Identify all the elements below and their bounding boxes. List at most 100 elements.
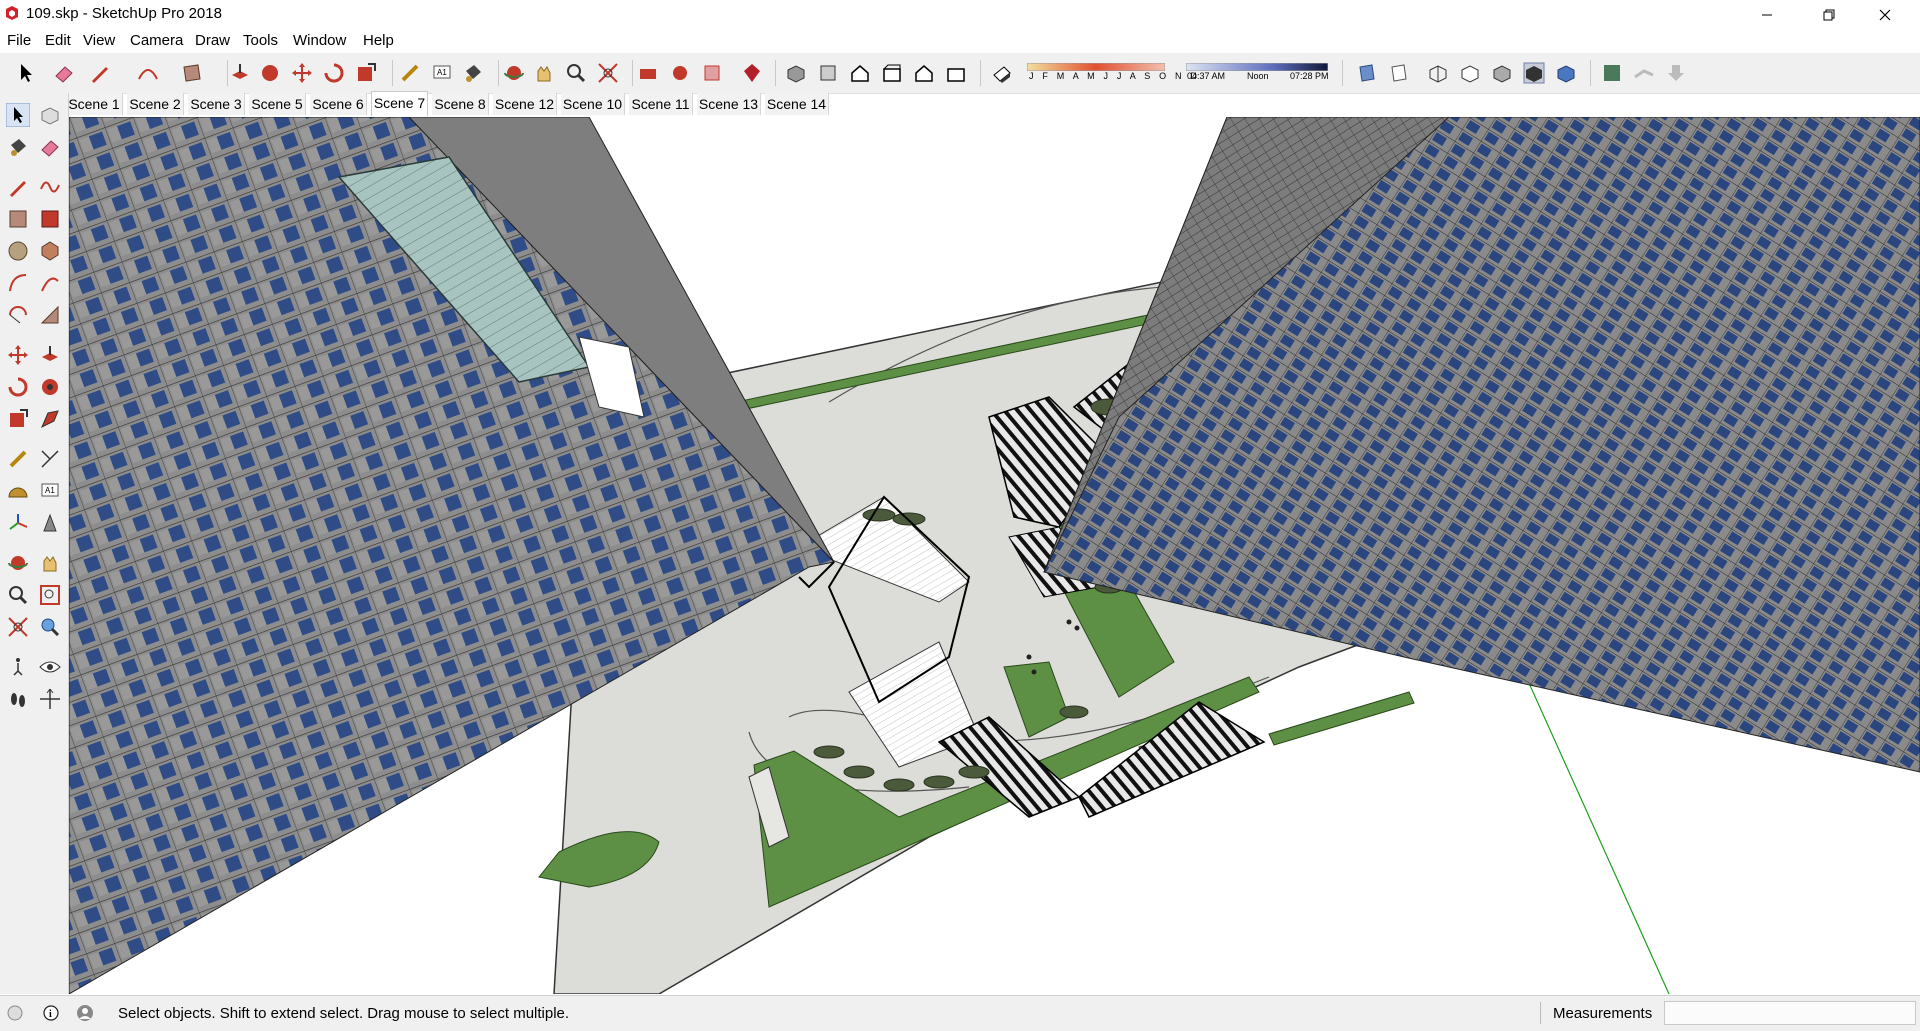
circle-tool-icon[interactable]	[6, 239, 30, 263]
add-location-icon[interactable]	[1600, 61, 1624, 85]
zoom-window-tool-icon[interactable]	[38, 583, 62, 607]
scene-tab-8[interactable]: Scene 8	[432, 93, 489, 115]
zoom-extents-icon[interactable]	[596, 61, 620, 85]
pencil-line-icon[interactable]	[88, 61, 112, 85]
left-view-icon[interactable]	[944, 61, 968, 85]
scene-tab-2[interactable]: Scene 2	[127, 93, 184, 115]
scene-tab-12[interactable]: Scene 12	[493, 93, 557, 115]
credits-info-icon[interactable]: i	[42, 1004, 60, 1022]
follow-me-icon[interactable]	[258, 61, 282, 85]
tape-measure-tool-icon[interactable]	[6, 447, 30, 471]
position-camera-tool-icon[interactable]	[6, 655, 30, 679]
shaded-icon[interactable]	[1490, 61, 1514, 85]
menu-view[interactable]: View	[83, 32, 115, 49]
pan-tool-icon[interactable]	[38, 551, 62, 575]
minimize-button[interactable]	[1744, 0, 1790, 29]
menu-tools[interactable]: Tools	[243, 32, 278, 49]
text-tool-icon[interactable]: A1	[38, 479, 62, 503]
paint-bucket-icon[interactable]	[461, 61, 485, 85]
scale-icon[interactable]	[354, 61, 378, 85]
scene-tab-7[interactable]: Scene 7	[371, 91, 428, 116]
month-slider[interactable]	[1027, 63, 1165, 71]
menu-edit[interactable]: Edit	[45, 32, 71, 49]
measurements-input[interactable]	[1664, 1001, 1916, 1025]
rotate-tool-icon[interactable]	[6, 375, 30, 399]
hidden-line-icon[interactable]	[1458, 61, 1482, 85]
arc-tool-icon[interactable]	[6, 271, 30, 295]
scene-tab-5[interactable]: Scene 5	[249, 93, 306, 115]
text-icon[interactable]: A1	[430, 61, 454, 85]
three-point-arc-tool-icon[interactable]	[6, 303, 30, 327]
layout-icon[interactable]	[700, 61, 724, 85]
polygon-tool-icon[interactable]	[38, 239, 62, 263]
scene-tab-11[interactable]: Scene 11	[629, 93, 693, 115]
line-tool-icon[interactable]	[6, 175, 30, 199]
restore-button[interactable]	[1806, 0, 1852, 29]
3d-text-tool-icon[interactable]	[38, 511, 62, 535]
user-account-icon[interactable]	[76, 1004, 94, 1022]
select-arrow-icon[interactable]	[14, 61, 38, 85]
top-view-icon[interactable]	[816, 61, 840, 85]
rectangle-tool-icon[interactable]	[6, 207, 30, 231]
extension-manager-icon[interactable]	[740, 61, 764, 85]
menu-draw[interactable]: Draw	[195, 32, 230, 49]
extension-warehouse-icon[interactable]	[668, 61, 692, 85]
offset-tool-icon[interactable]	[38, 407, 62, 431]
eraser-tool-icon[interactable]	[38, 135, 62, 159]
arc-icon[interactable]	[136, 61, 160, 85]
xray-icon[interactable]	[1354, 61, 1378, 85]
iso-view-icon[interactable]	[784, 61, 808, 85]
move-tool-icon[interactable]	[6, 343, 30, 367]
menu-help[interactable]: Help	[363, 32, 394, 49]
right-view-icon[interactable]	[880, 61, 904, 85]
close-button[interactable]	[1862, 0, 1908, 29]
shadow-toggle-icon[interactable]	[990, 61, 1014, 85]
section-plane-tool-icon[interactable]	[38, 687, 62, 711]
scene-tab-10[interactable]: Scene 10	[561, 93, 625, 115]
geo-location-icon[interactable]	[6, 1004, 24, 1022]
monochrome-icon[interactable]	[1554, 61, 1578, 85]
back-view-icon[interactable]	[912, 61, 936, 85]
axes-tool-icon[interactable]	[6, 511, 30, 535]
shaded-textures-icon[interactable]	[1522, 61, 1546, 85]
rectangle-icon[interactable]	[180, 61, 204, 85]
warehouse-icon[interactable]	[636, 61, 660, 85]
paint-bucket-tool-icon[interactable]	[6, 135, 30, 159]
select-tool-icon[interactable]	[6, 103, 30, 127]
previous-view-tool-icon[interactable]	[38, 615, 62, 639]
toggle-terrain-icon[interactable]	[1632, 61, 1656, 85]
back-edges-icon[interactable]	[1386, 61, 1410, 85]
front-view-icon[interactable]	[848, 61, 872, 85]
time-slider[interactable]	[1186, 63, 1328, 71]
zoom-icon[interactable]	[564, 61, 588, 85]
menu-camera[interactable]: Camera	[130, 32, 183, 49]
dimension-tool-icon[interactable]	[38, 447, 62, 471]
two-point-arc-tool-icon[interactable]	[38, 271, 62, 295]
push-pull-tool-icon[interactable]	[38, 343, 62, 367]
eraser-icon[interactable]	[52, 61, 76, 85]
move-icon[interactable]	[290, 61, 314, 85]
scene-tab-1[interactable]: Scene 1	[66, 93, 123, 115]
photo-textures-icon[interactable]	[1664, 61, 1688, 85]
scene-tab-13[interactable]: Scene 13	[697, 93, 761, 115]
tape-measure-icon[interactable]	[398, 61, 422, 85]
scene-tab-3[interactable]: Scene 3	[188, 93, 245, 115]
wireframe-icon[interactable]	[1426, 61, 1450, 85]
push-pull-icon[interactable]	[228, 61, 252, 85]
orbit-icon[interactable]	[502, 61, 526, 85]
freehand-tool-icon[interactable]	[38, 175, 62, 199]
scene-tab-6[interactable]: Scene 6	[310, 93, 367, 115]
rotated-rectangle-tool-icon[interactable]	[38, 207, 62, 231]
walk-tool-icon[interactable]	[6, 687, 30, 711]
3d-viewport[interactable]	[69, 117, 1920, 994]
zoom-extents-tool-icon[interactable]	[6, 615, 30, 639]
look-around-tool-icon[interactable]	[38, 655, 62, 679]
menu-window[interactable]: Window	[293, 32, 346, 49]
make-component-icon[interactable]	[38, 103, 62, 127]
scale-tool-icon[interactable]	[6, 407, 30, 431]
protractor-tool-icon[interactable]	[6, 479, 30, 503]
pan-icon[interactable]	[532, 61, 556, 85]
orbit-tool-icon[interactable]	[6, 551, 30, 575]
zoom-tool-icon[interactable]	[6, 583, 30, 607]
menu-file[interactable]: File	[7, 32, 31, 49]
